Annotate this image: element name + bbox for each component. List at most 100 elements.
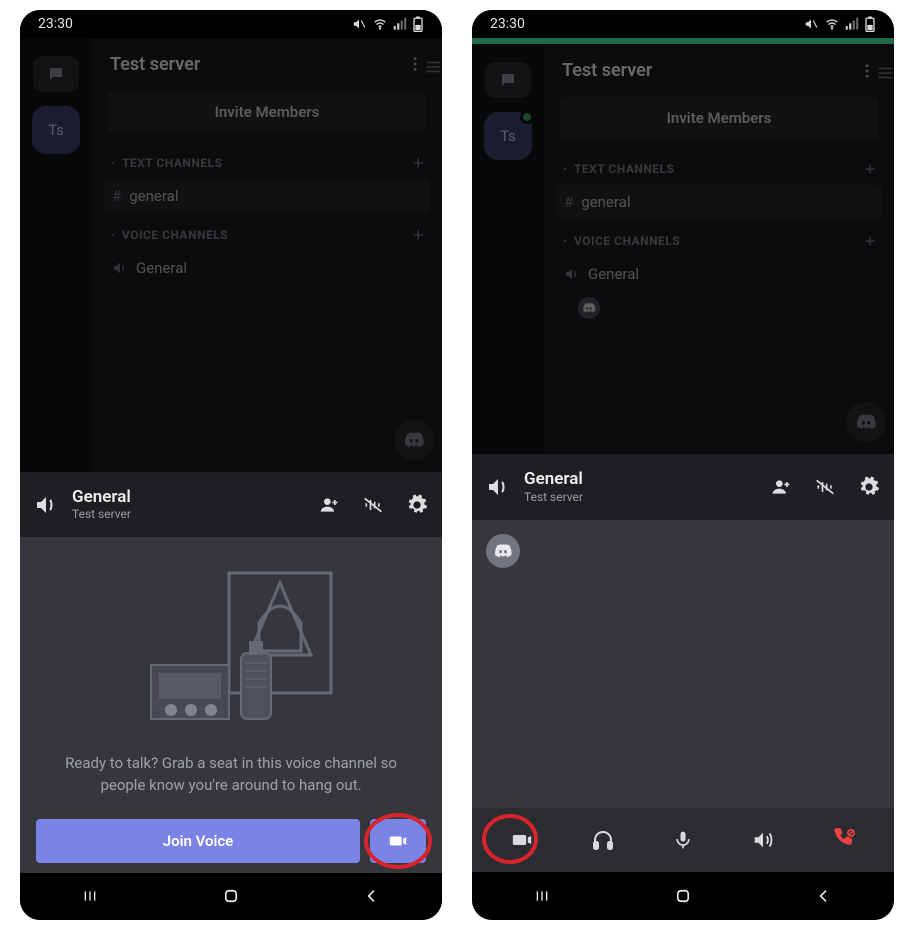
server-title: Test server (110, 54, 200, 75)
discord-icon (855, 413, 877, 431)
status-icons (351, 16, 424, 32)
hamburger-icon[interactable] (874, 64, 894, 82)
plus-icon[interactable] (862, 233, 878, 249)
status-icons (803, 16, 876, 32)
chat-icon (45, 65, 67, 83)
invite-members-button[interactable]: Invite Members (108, 91, 426, 133)
voice-lobby: Ready to talk? Grab a seat in this voice… (20, 537, 442, 873)
noise-suppression-icon[interactable] (814, 477, 836, 497)
wifi-icon (372, 17, 388, 31)
text-channels-section[interactable]: TEXT CHANNELS (102, 147, 432, 179)
video-toggle-button[interactable] (496, 818, 548, 862)
server-avatar-initials: Ts (48, 121, 64, 139)
headphones-icon (590, 828, 616, 852)
discord-avatar-icon (578, 297, 600, 319)
channel-label: General (136, 259, 187, 277)
text-channel-general[interactable]: # general (556, 185, 882, 219)
server-avatar[interactable]: Ts (484, 112, 532, 160)
channel-label: general (129, 187, 178, 205)
server-title: Test server (562, 60, 652, 81)
android-navbar (472, 872, 894, 920)
gear-icon[interactable] (858, 476, 880, 498)
status-bar: 23:30 (472, 10, 894, 38)
videocam-icon (509, 830, 535, 850)
hash-icon: # (564, 193, 573, 211)
mute-mic-button[interactable] (657, 818, 709, 862)
add-user-icon[interactable] (318, 495, 340, 515)
participant-avatar[interactable] (486, 534, 520, 568)
voice-channels-section[interactable]: VOICE CHANNELS (102, 219, 432, 251)
speaker-icon (564, 266, 580, 282)
online-indicator (520, 110, 534, 124)
mute-icon (351, 17, 367, 31)
wifi-icon (824, 17, 840, 31)
status-bar: 23:30 (20, 10, 442, 38)
voice-participant[interactable] (554, 297, 884, 319)
speaker-toggle-button[interactable] (737, 818, 789, 862)
battery-icon (412, 16, 424, 32)
status-time: 23:30 (38, 16, 73, 32)
battery-icon (864, 16, 876, 32)
back-button[interactable] (794, 887, 854, 905)
server-avatar[interactable]: Ts (32, 106, 80, 154)
home-button[interactable] (653, 887, 713, 905)
voice-channel-title: General (72, 488, 131, 508)
discord-fab[interactable] (846, 402, 886, 442)
hash-icon: # (112, 187, 121, 205)
server-avatar-initials: Ts (500, 127, 516, 145)
hangup-icon (830, 828, 858, 852)
home-button[interactable] (201, 887, 261, 905)
speaker-icon[interactable] (486, 475, 510, 499)
discord-icon (493, 543, 513, 559)
disconnect-button[interactable] (818, 818, 870, 862)
back-button[interactable] (342, 887, 402, 905)
discord-icon (403, 431, 425, 449)
speaker-icon (112, 260, 128, 276)
server-list[interactable]: Ts (20, 38, 92, 472)
deafen-button[interactable] (577, 818, 629, 862)
dm-button[interactable] (33, 56, 79, 92)
chat-icon (497, 71, 519, 89)
signal-icon (845, 17, 859, 31)
volume-icon (750, 829, 776, 851)
screenshot-left: 23:30 Ts Test server Invite Members (20, 10, 442, 920)
signal-icon (393, 17, 407, 31)
text-channel-general[interactable]: # general (104, 179, 430, 213)
hamburger-icon[interactable] (422, 58, 442, 76)
voice-channel-general[interactable]: General (104, 251, 430, 285)
channel-panel: Test server Invite Members TEXT CHANNELS… (92, 38, 442, 472)
screenshot-right: 23:30 Ts Test server Invite Members (472, 10, 894, 920)
text-channels-section[interactable]: TEXT CHANNELS (554, 153, 884, 185)
voice-channel-server: Test server (524, 490, 583, 504)
chevron-down-icon (560, 164, 570, 174)
add-user-icon[interactable] (770, 477, 792, 497)
plus-icon[interactable] (410, 227, 426, 243)
join-voice-button[interactable]: Join Voice (36, 819, 360, 863)
voice-channel-general[interactable]: General (556, 257, 882, 291)
voice-call-area (472, 520, 894, 808)
plus-icon[interactable] (410, 155, 426, 171)
mute-icon (803, 17, 819, 31)
speaker-icon[interactable] (34, 493, 58, 517)
android-navbar (20, 873, 442, 920)
microphone-icon (673, 827, 693, 853)
lobby-text: Ready to talk? Grab a seat in this voice… (36, 753, 426, 797)
invite-members-button[interactable]: Invite Members (560, 97, 878, 139)
voice-channels-section[interactable]: VOICE CHANNELS (554, 225, 884, 257)
join-video-button[interactable] (370, 819, 426, 863)
noise-suppression-icon[interactable] (362, 495, 384, 515)
chevron-down-icon (560, 236, 570, 246)
server-list[interactable]: Ts (472, 44, 544, 454)
discord-fab[interactable] (394, 420, 434, 460)
recents-button[interactable] (512, 888, 572, 904)
channel-panel: Test server Invite Members TEXT CHANNELS… (544, 44, 894, 454)
recents-button[interactable] (60, 888, 120, 904)
gear-icon[interactable] (406, 494, 428, 516)
lobby-illustration (111, 555, 351, 745)
dm-button[interactable] (485, 62, 531, 98)
voice-channel-header: General Test server (20, 472, 442, 537)
call-controls-bar (472, 808, 894, 872)
voice-channel-header: General Test server (472, 454, 894, 520)
server-view-dimmed: Ts Test server Invite Members TEXT CHANN… (20, 38, 442, 472)
plus-icon[interactable] (862, 161, 878, 177)
